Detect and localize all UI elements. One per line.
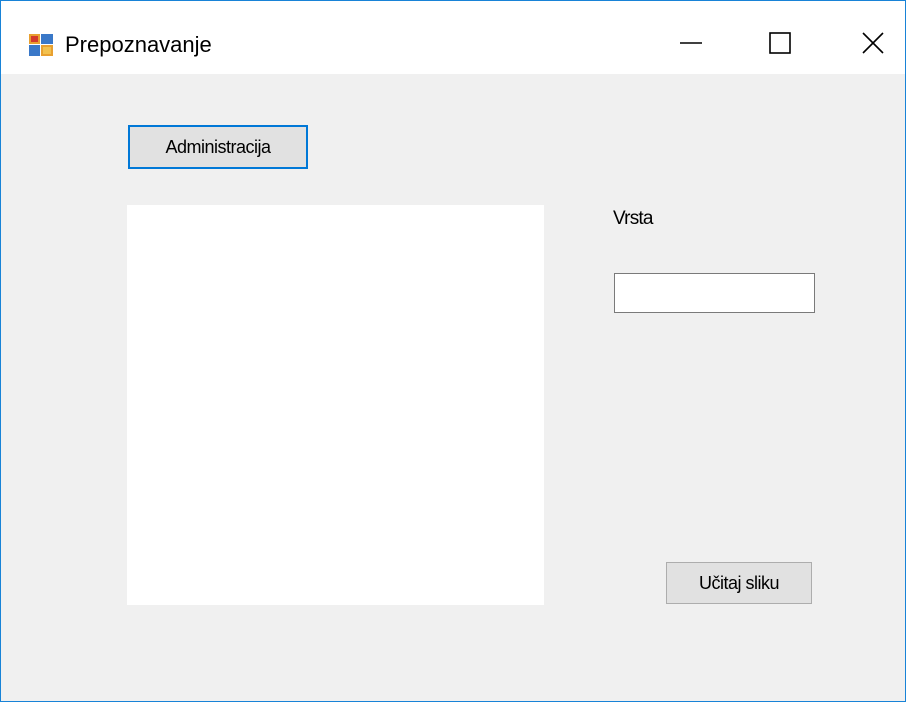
minimize-icon [680, 32, 702, 54]
close-icon [862, 32, 884, 54]
administracija-button[interactable]: Administracija [128, 125, 308, 169]
vrsta-input[interactable] [614, 273, 815, 313]
window-title: Prepoznavanje [65, 32, 212, 57]
title-bar[interactable]: Prepoznavanje [1, 1, 905, 74]
load-image-button[interactable]: Učitaj sliku [666, 562, 812, 604]
maximize-icon [769, 32, 791, 54]
minimize-button[interactable] [656, 15, 726, 71]
image-preview-box [127, 205, 544, 605]
app-icon[interactable] [29, 34, 53, 56]
vrsta-label: Vrsta [613, 208, 653, 229]
maximize-button[interactable] [745, 15, 815, 71]
close-button[interactable] [838, 15, 906, 71]
app-window: Prepoznavanje Administracija Vrsta Učita… [0, 0, 906, 702]
